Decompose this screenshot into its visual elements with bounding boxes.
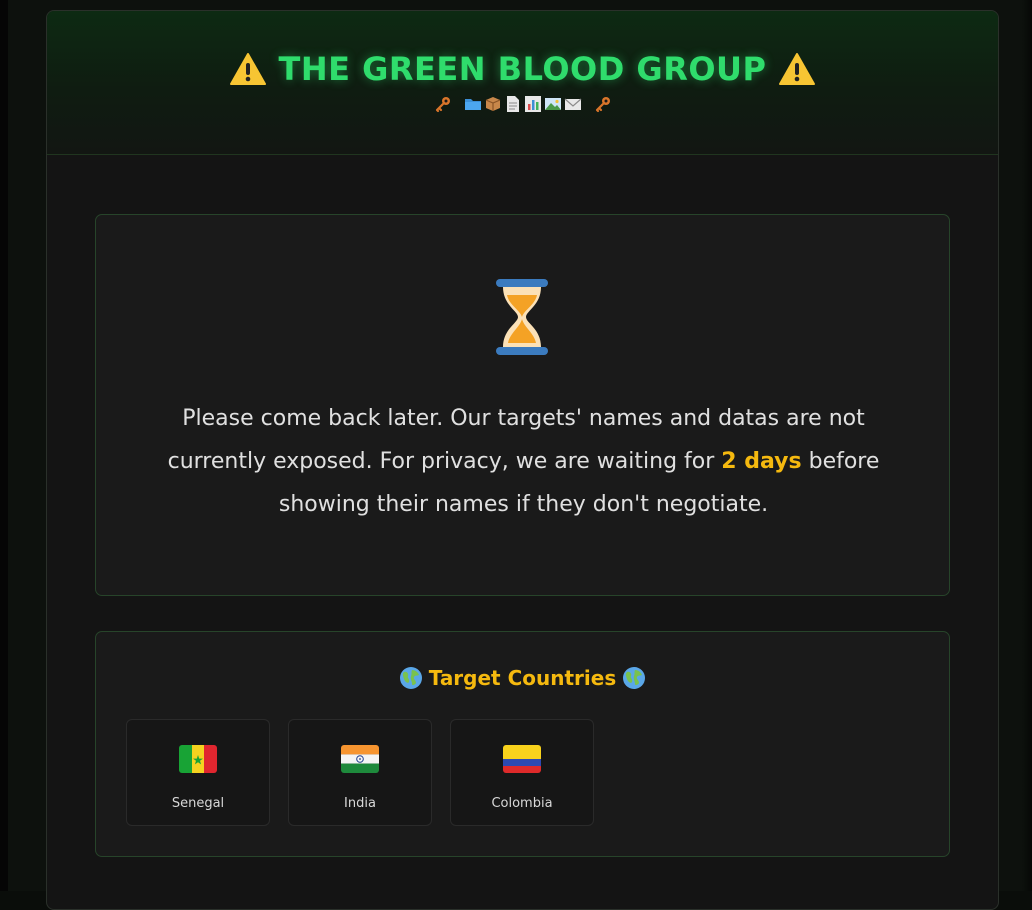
senegal-flag-icon — [179, 745, 217, 773]
warning-icon — [229, 53, 266, 85]
folder-icon — [464, 99, 481, 110]
target-countries-title: Target Countries — [428, 666, 617, 690]
country-card-senegal[interactable]: Senegal — [126, 719, 270, 826]
hourglass-icon — [494, 277, 550, 357]
country-name: Senegal — [171, 796, 225, 811]
notice-message: Please come back later. Our targets' nam… — [136, 397, 911, 526]
envelope-icon — [564, 98, 581, 110]
country-name: India — [344, 796, 376, 811]
package-icon — [485, 97, 500, 111]
main-container: THE GREEN BLOOD GROUP Please come back l… — [46, 10, 999, 910]
key-icon — [435, 97, 450, 113]
warning-icon — [779, 53, 816, 85]
left-edge-strip — [0, 0, 8, 891]
document-icon — [506, 96, 519, 112]
country-grid: Senegal India Colombia — [126, 719, 594, 826]
colombia-flag-icon — [503, 745, 541, 773]
globe-icon — [399, 667, 422, 689]
site-title: THE GREEN BLOOD GROUP — [47, 49, 998, 89]
notice-card: Please come back later. Our targets' nam… — [95, 214, 950, 596]
india-flag-icon — [341, 745, 379, 773]
target-countries-card: Target Countries Senegal India Colombia — [95, 631, 950, 857]
bar-chart-icon — [524, 96, 541, 112]
site-title-text: THE GREEN BLOOD GROUP — [278, 50, 767, 88]
key-icon — [595, 97, 610, 113]
wait-duration: 2 days — [721, 449, 802, 474]
photo-icon — [544, 98, 561, 110]
country-card-colombia[interactable]: Colombia — [450, 719, 594, 826]
header-icons-row — [47, 95, 998, 113]
country-card-india[interactable]: India — [288, 719, 432, 826]
globe-icon — [623, 667, 646, 689]
country-name: Colombia — [491, 796, 553, 811]
target-countries-heading: Target Countries — [96, 666, 949, 690]
site-header: THE GREEN BLOOD GROUP — [47, 11, 998, 155]
